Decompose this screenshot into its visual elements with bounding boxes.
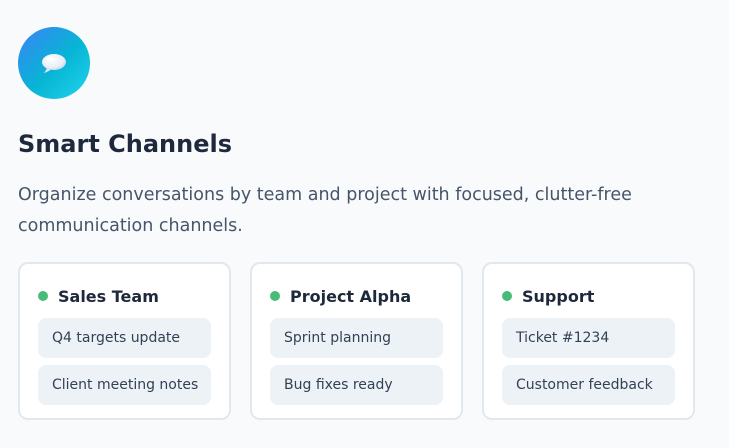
feature-description: Organize conversations by team and proje… <box>18 185 632 236</box>
message-item[interactable]: Ticket #1234 <box>502 318 675 358</box>
channel-header: Project Alpha <box>270 285 443 307</box>
message-item[interactable]: Bug fixes ready <box>270 365 443 405</box>
channel-header: Sales Team <box>38 285 211 307</box>
channel-card-project-alpha[interactable]: Project Alpha Sprint planning Bug fixes … <box>250 262 463 420</box>
chat-bubble-icon <box>18 27 90 99</box>
channel-card-sales-team[interactable]: Sales Team Q4 targets update Client meet… <box>18 262 231 420</box>
message-item[interactable]: Client meeting notes <box>38 365 211 405</box>
online-status-dot-icon <box>38 291 48 301</box>
channel-card-support[interactable]: Support Ticket #1234 Customer feedback <box>482 262 695 420</box>
message-item[interactable]: Q4 targets update <box>38 318 211 358</box>
channel-name: Project Alpha <box>290 286 412 306</box>
channel-cards: Sales Team Q4 targets update Client meet… <box>18 262 695 420</box>
channel-header: Support <box>502 285 675 307</box>
online-status-dot-icon <box>502 291 512 301</box>
message-item[interactable]: Customer feedback <box>502 365 675 405</box>
message-item[interactable]: Sprint planning <box>270 318 443 358</box>
online-status-dot-icon <box>270 291 280 301</box>
feature-section: Smart Channels Organize conversations by… <box>18 27 708 420</box>
channel-name: Support <box>522 286 595 306</box>
feature-title: Smart Channels <box>18 130 233 158</box>
channel-name: Sales Team <box>58 286 159 306</box>
